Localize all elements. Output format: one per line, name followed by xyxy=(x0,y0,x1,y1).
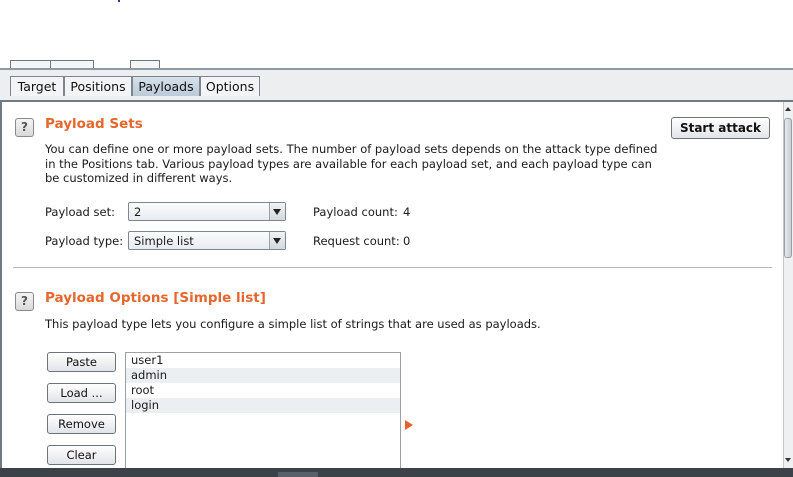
section-divider xyxy=(13,267,772,268)
payload-list[interactable]: user1 admin root login xyxy=(125,352,401,472)
scroll-up-icon[interactable] xyxy=(785,107,791,111)
list-item[interactable]: admin xyxy=(126,368,400,383)
request-count-value: 0 xyxy=(403,234,411,248)
list-item[interactable]: login xyxy=(126,398,400,413)
payload-count-value: 4 xyxy=(403,205,411,219)
tab-label: Payloads xyxy=(138,79,194,94)
payload-options-description: This payload type lets you configure a s… xyxy=(45,317,541,331)
tab-label: Target xyxy=(17,79,57,94)
payload-set-value: 2 xyxy=(134,205,142,219)
payload-set-label: Payload set: xyxy=(45,205,115,219)
intruder-tab-bar: Target Positions Payloads Options xyxy=(0,70,793,102)
combo-arrow-icon xyxy=(269,232,285,249)
tab-payloads[interactable]: Payloads xyxy=(132,76,200,96)
start-attack-button[interactable]: Start attack xyxy=(671,117,770,139)
description-line: You can define one or more payload sets.… xyxy=(45,142,658,156)
payload-sets-description: You can define one or more payload sets.… xyxy=(45,142,665,186)
payload-count-label: Payload count: xyxy=(313,205,398,219)
tab-target[interactable]: Target xyxy=(10,76,64,96)
help-icon[interactable]: ? xyxy=(15,118,34,137)
remove-button[interactable]: Remove xyxy=(47,414,116,434)
request-count-label: Request count: xyxy=(313,234,400,248)
help-icon[interactable]: ? xyxy=(15,292,34,311)
bottom-status-bar xyxy=(0,468,793,477)
section-title-payload-options: Payload Options [Simple list] xyxy=(45,290,266,306)
clear-button[interactable]: Clear xyxy=(47,445,116,465)
payload-type-value: Simple list xyxy=(134,234,194,248)
tab-options[interactable]: Options xyxy=(200,76,260,96)
scrollbar-thumb[interactable] xyxy=(784,118,792,258)
tab-positions[interactable]: Positions xyxy=(64,76,132,96)
description-line: be customized in different ways. xyxy=(45,171,233,185)
load-button[interactable]: Load ... xyxy=(47,383,116,403)
tab-label: Options xyxy=(205,79,255,94)
paste-button[interactable]: Paste xyxy=(47,352,116,372)
top-blank-area xyxy=(0,0,793,68)
orange-arrow-icon[interactable] xyxy=(405,420,413,430)
scroll-down-icon[interactable] xyxy=(785,458,791,462)
section-title-payload-sets: Payload Sets xyxy=(45,116,143,132)
payload-set-select[interactable]: 2 xyxy=(128,202,286,221)
combo-arrow-icon xyxy=(269,203,285,220)
bottom-bar-handle xyxy=(278,472,318,477)
list-item[interactable]: root xyxy=(126,383,400,398)
description-line: in the Positions tab. Various payload ty… xyxy=(45,156,652,171)
list-item[interactable]: user1 xyxy=(126,353,400,368)
payload-type-select[interactable]: Simple list xyxy=(128,231,286,250)
tab-label: Positions xyxy=(70,79,126,94)
cursor-dot xyxy=(118,0,120,2)
payload-type-label: Payload type: xyxy=(45,234,124,248)
